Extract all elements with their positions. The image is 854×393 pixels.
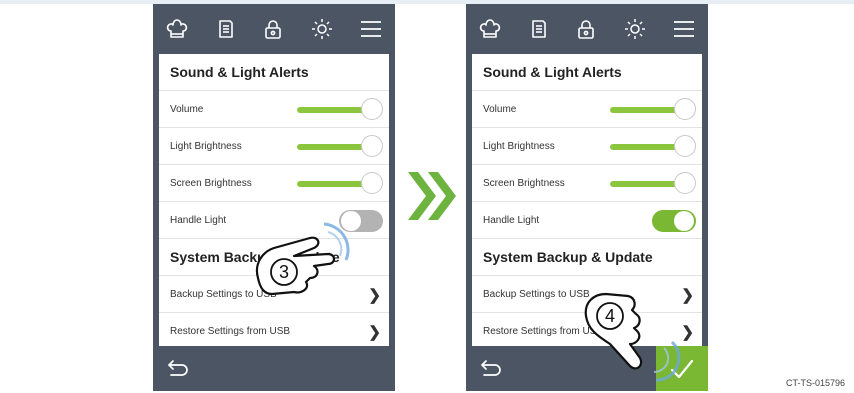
chef-hat-icon[interactable]: [165, 17, 189, 41]
row-screen-brightness: Screen Brightness: [472, 165, 702, 202]
top-band: [0, 0, 854, 4]
screen-brightness-slider[interactable]: [610, 172, 698, 194]
row-label: Screen Brightness: [483, 177, 565, 189]
row-label: Restore Settings from USB: [170, 325, 291, 337]
chevron-right-icon: ❯: [368, 324, 381, 341]
section-header-system-backup: System Backup & Update: [472, 239, 702, 276]
menu-icon[interactable]: [672, 17, 696, 41]
row-light-brightness: Light Brightness: [159, 128, 389, 165]
lock-icon[interactable]: [574, 17, 598, 41]
top-toolbar: [466, 4, 708, 54]
step-number-badge: 3: [279, 262, 289, 282]
row-label: Light Brightness: [483, 140, 555, 152]
row-label: Screen Brightness: [170, 177, 252, 189]
recipe-book-icon[interactable]: [527, 17, 551, 41]
slider-knob[interactable]: [674, 98, 696, 120]
menu-icon[interactable]: [359, 17, 383, 41]
chevron-right-icon: ❯: [368, 287, 381, 304]
figure-caption: CT-TS-015796: [786, 378, 846, 388]
device-screen-step-3: Sound & Light Alerts Volume Light Bright…: [153, 4, 395, 391]
brightness-icon[interactable]: [310, 17, 334, 41]
row-restore-usb[interactable]: Restore Settings from USB ❯: [159, 313, 389, 346]
section-header-sound-light: Sound & Light Alerts: [472, 54, 702, 91]
slider-knob[interactable]: [674, 135, 696, 157]
handle-light-toggle[interactable]: [652, 210, 696, 232]
step-number-badge: 4: [605, 306, 615, 326]
row-label: Volume: [170, 103, 204, 115]
row-volume: Volume: [159, 91, 389, 128]
row-volume: Volume: [472, 91, 702, 128]
lock-icon[interactable]: [261, 17, 285, 41]
volume-slider[interactable]: [297, 98, 385, 120]
row-label: Handle Light: [170, 214, 227, 226]
row-label: Backup Settings to USB: [483, 288, 590, 300]
section-header-sound-light: Sound & Light Alerts: [159, 54, 389, 91]
slider-knob[interactable]: [361, 98, 383, 120]
brightness-icon[interactable]: [623, 17, 647, 41]
volume-slider[interactable]: [610, 98, 698, 120]
row-handle-light: Handle Light: [472, 202, 702, 239]
screen-brightness-slider[interactable]: [297, 172, 385, 194]
tap-hand-icon: 3: [255, 222, 350, 296]
row-light-brightness: Light Brightness: [472, 128, 702, 165]
row-label: Light Brightness: [170, 140, 242, 152]
bottom-toolbar: [153, 346, 395, 391]
slider-knob[interactable]: [361, 172, 383, 194]
tap-hand-icon: 4: [584, 292, 681, 382]
settings-panel: Sound & Light Alerts Volume Light Bright…: [159, 54, 389, 346]
light-brightness-slider[interactable]: [297, 135, 385, 157]
back-arrow-icon[interactable]: [165, 356, 191, 380]
slider-knob[interactable]: [674, 172, 696, 194]
back-arrow-icon[interactable]: [478, 356, 504, 380]
double-chevron-icon: [408, 172, 456, 220]
light-brightness-slider[interactable]: [610, 135, 698, 157]
recipe-book-icon[interactable]: [214, 17, 238, 41]
top-toolbar: [153, 4, 395, 54]
row-label: Handle Light: [483, 214, 540, 226]
chef-hat-icon[interactable]: [478, 17, 502, 41]
row-label: Volume: [483, 103, 517, 115]
slider-knob[interactable]: [361, 135, 383, 157]
row-screen-brightness: Screen Brightness: [159, 165, 389, 202]
